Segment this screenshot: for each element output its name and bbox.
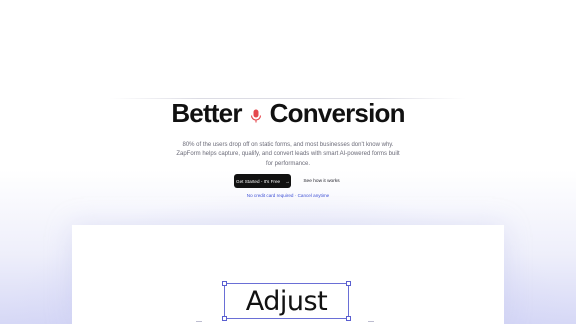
adjust-text: Adjust — [245, 285, 328, 317]
get-started-label: Get Started - It's Free — [236, 178, 281, 184]
hero-description: 80% of the users drop off on static form… — [176, 142, 400, 167]
adjust-text-selection[interactable]: Adjust — [222, 281, 351, 321]
guide-mark — [368, 321, 374, 322]
no-credit-card-note: No credit card required · Cancel anytime — [246, 193, 330, 198]
microphone-icon — [250, 109, 262, 123]
get-started-button[interactable]: Get Started - It's Free → — [234, 174, 292, 188]
see-how-it-works-link[interactable]: See how it works — [301, 174, 341, 188]
hero-title: Better Conversion — [0, 96, 576, 130]
resize-handle-top-left[interactable] — [222, 281, 227, 286]
hero-title-right: Conversion — [269, 97, 406, 128]
guide-mark — [196, 321, 202, 322]
cta-row: Get Started - It's Free → See how it wor… — [0, 174, 576, 188]
hero-title-left: Better — [171, 97, 242, 128]
arrow-right-icon: → — [285, 178, 290, 184]
resize-handle-top-right[interactable] — [346, 281, 351, 286]
